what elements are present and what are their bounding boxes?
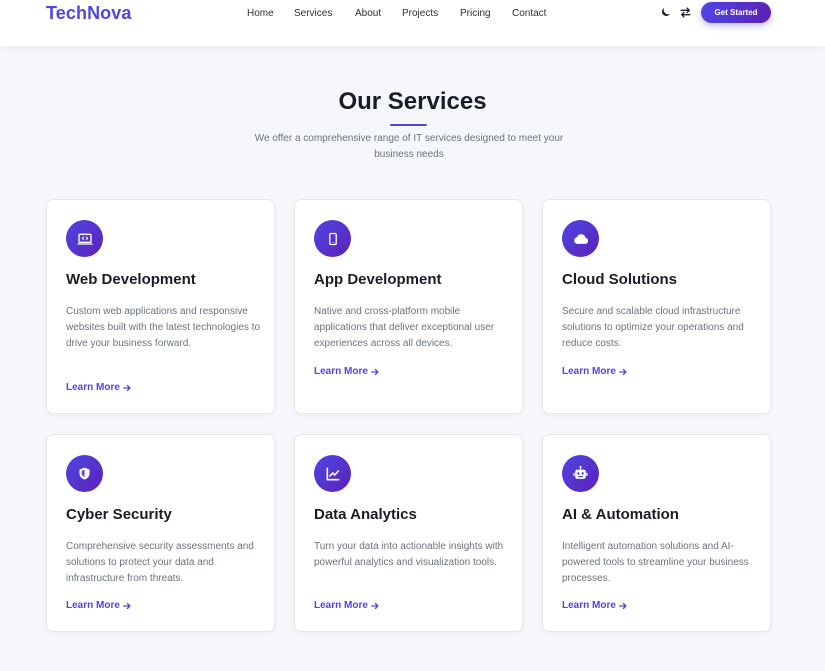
card-title: Data Analytics xyxy=(314,506,417,523)
cloud-icon xyxy=(562,220,599,257)
service-card-ai-automation: AI & Automation Intelligent automation s… xyxy=(542,434,771,632)
learn-more-label: Learn More xyxy=(66,382,120,393)
nav-link-home[interactable]: Home xyxy=(247,8,274,20)
learn-more-link[interactable]: Learn More xyxy=(314,600,380,612)
card-title: AI & Automation xyxy=(562,506,679,523)
card-description: Custom web applications and responsive w… xyxy=(66,306,260,349)
robot-icon xyxy=(562,455,599,492)
learn-more-label: Learn More xyxy=(562,366,616,377)
card-title: Web Development xyxy=(66,271,196,288)
card-title: Cloud Solutions xyxy=(562,271,677,288)
learn-more-link[interactable]: Learn More xyxy=(562,366,628,378)
nav-link-pricing[interactable]: Pricing xyxy=(460,8,491,20)
card-description: Turn your data into actionable insights … xyxy=(314,541,504,568)
card-description: Native and cross-platform mobile applica… xyxy=(314,306,495,349)
laptop-code-icon xyxy=(66,220,103,257)
nav-link-projects[interactable]: Projects xyxy=(402,8,438,20)
learn-more-link[interactable]: Learn More xyxy=(314,366,380,378)
arrow-right-icon xyxy=(618,602,627,610)
card-title: App Development xyxy=(314,271,442,288)
arrow-right-icon xyxy=(618,368,627,376)
service-card-app-development: App Development Native and cross-platfor… xyxy=(294,199,523,414)
chart-line-icon xyxy=(314,455,351,492)
learn-more-label: Learn More xyxy=(314,366,368,377)
card-description: Secure and scalable cloud infrastructure… xyxy=(562,306,744,349)
service-card-cloud-solutions: Cloud Solutions Secure and scalable clou… xyxy=(542,199,771,414)
learn-more-label: Learn More xyxy=(562,600,616,611)
site-header: TechNova Home Services About Projects Pr… xyxy=(0,0,825,46)
arrow-right-icon xyxy=(370,602,379,610)
learn-more-label: Learn More xyxy=(314,600,368,611)
arrow-right-icon xyxy=(122,602,131,610)
arrow-right-icon xyxy=(370,368,379,376)
shield-icon xyxy=(66,455,103,492)
card-title: Cyber Security xyxy=(66,506,172,523)
arrows-swap-icon[interactable] xyxy=(677,4,693,20)
card-description: Comprehensive security assessments and s… xyxy=(66,541,254,584)
arrow-right-icon xyxy=(122,384,131,392)
learn-more-link[interactable]: Learn More xyxy=(66,600,132,612)
nav-link-about[interactable]: About xyxy=(355,8,381,20)
get-started-button[interactable]: Get Started xyxy=(701,2,771,23)
mobile-phone-icon xyxy=(314,220,351,257)
title-underline xyxy=(390,124,427,126)
learn-more-label: Learn More xyxy=(66,600,120,611)
moon-icon[interactable] xyxy=(658,4,674,20)
learn-more-link[interactable]: Learn More xyxy=(562,600,628,612)
section-title: Our Services xyxy=(338,88,487,115)
nav-link-services[interactable]: Services xyxy=(294,8,332,20)
section-subtitle: We offer a comprehensive range of IT ser… xyxy=(254,133,564,160)
nav-link-contact[interactable]: Contact xyxy=(512,8,546,20)
learn-more-link[interactable]: Learn More xyxy=(66,382,132,394)
service-card-web-development: Web Development Custom web applications … xyxy=(46,199,275,414)
card-description: Intelligent automation solutions and AI-… xyxy=(562,541,749,584)
brand-logo[interactable]: TechNova xyxy=(46,3,132,24)
service-card-cyber-security: Cyber Security Comprehensive security as… xyxy=(46,434,275,632)
service-card-data-analytics: Data Analytics Turn your data into actio… xyxy=(294,434,523,632)
